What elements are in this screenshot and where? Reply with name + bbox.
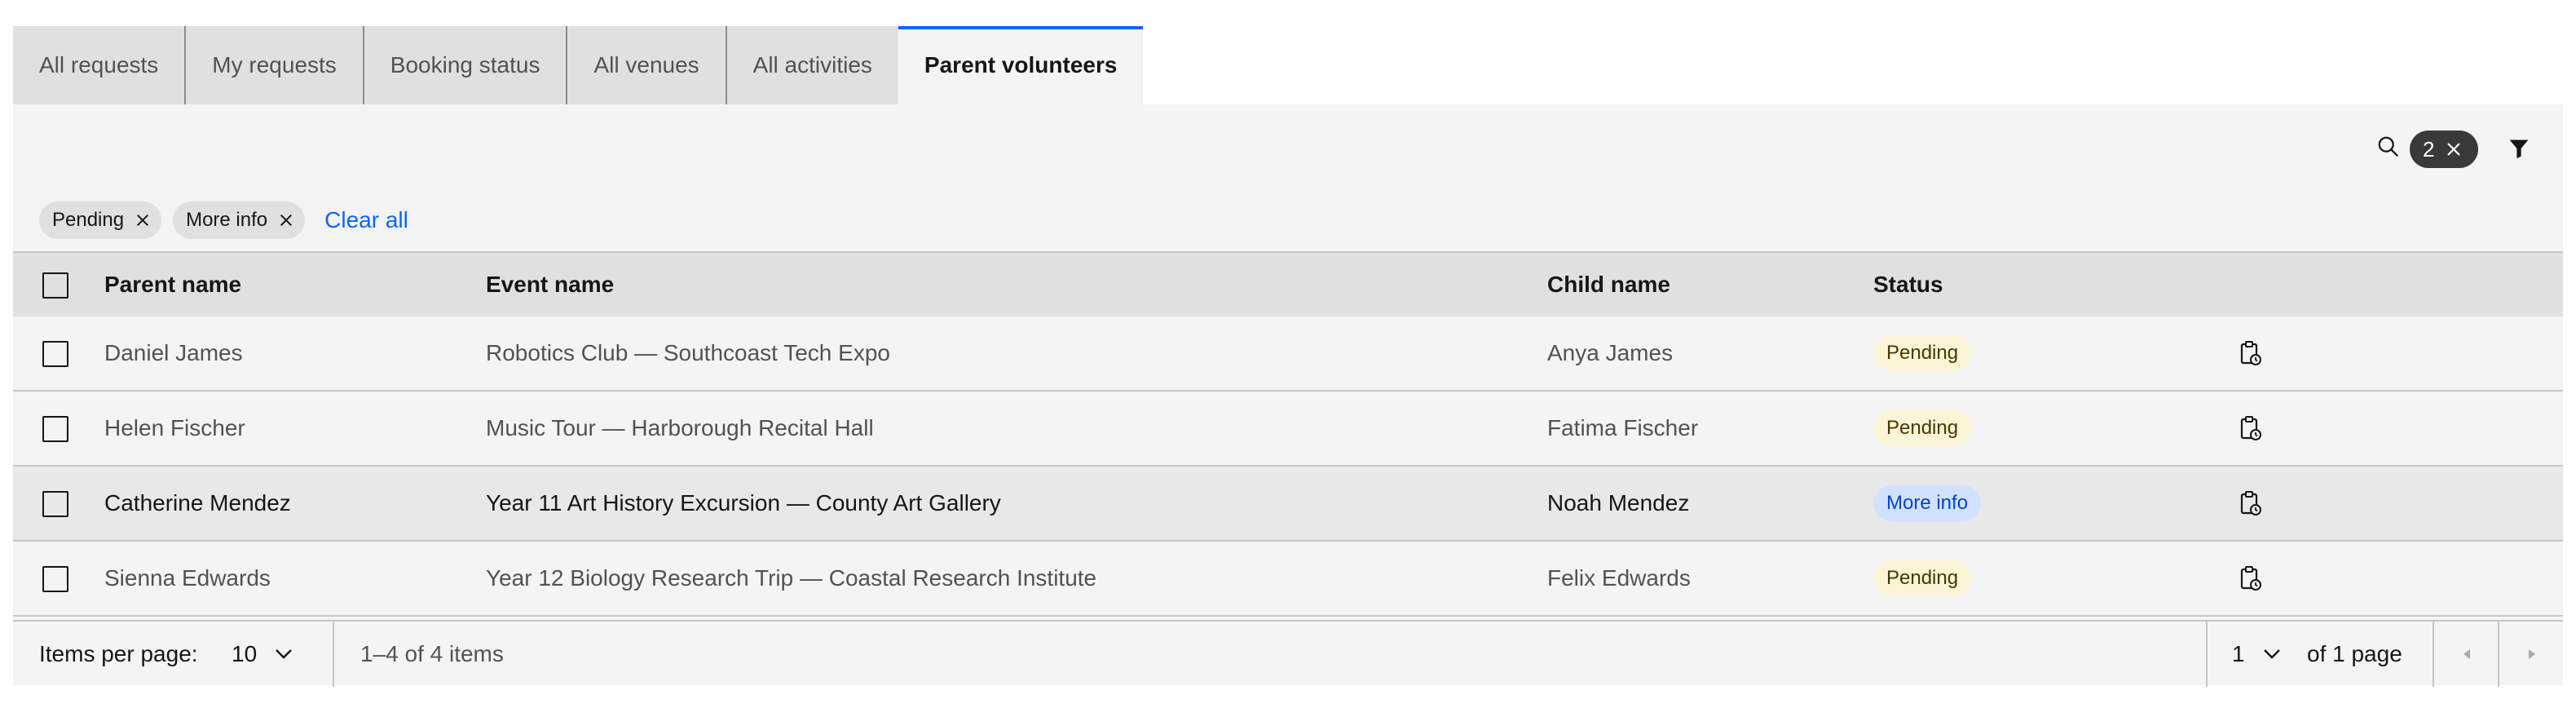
status-cell: More info [1873,467,1982,540]
tab-all-activities[interactable]: All activities [726,26,898,104]
clipboard-icon[interactable] [2239,415,2263,441]
chevron-down-icon [2263,649,2280,659]
row-checkbox[interactable] [42,491,68,517]
item-range: 1–4 of 4 items [360,641,504,666]
active-filter-tags: Pending More info Clear all [39,201,408,240]
parent-name-cell: Helen Fischer [104,415,245,440]
filter-tag-label: Pending [52,209,125,231]
next-page-button[interactable] [2499,622,2565,687]
status-badge: Pending [1873,410,1972,446]
child-name-cell: Noah Mendez [1547,490,1690,516]
event-name-cell: Robotics Club — Southcoast Tech Expo [486,340,890,365]
table-row[interactable]: Catherine Mendez Year 11 Art History Exc… [13,467,2563,542]
table-row[interactable]: Helen Fischer Music Tour — Harborough Re… [13,392,2563,467]
close-icon[interactable] [135,213,150,228]
divider [333,622,334,687]
filter-button[interactable] [2503,132,2535,165]
filter-tag-more-info: More info [173,201,306,239]
filter-icon [2509,139,2529,159]
action-cell [2239,316,2263,390]
tab-list: All requests My requests Booking status … [13,26,1144,104]
search-button[interactable] [2372,131,2405,163]
tab-all-requests[interactable]: All requests [13,26,187,104]
clipboard-icon[interactable] [2239,490,2263,516]
page-total: of 1 page [2307,641,2402,666]
row-checkbox[interactable] [42,416,68,442]
status-badge: Pending [1873,335,1972,371]
table-toolbar: 2 [13,104,2563,189]
table-header: Parent name Event name Child name Status [13,251,2563,316]
action-cell [2239,392,2263,465]
tab-parent-volunteers[interactable]: Parent volunteers [898,26,1144,104]
filter-count-badge: 2 [2410,131,2478,168]
tab-booking-status[interactable]: Booking status [364,26,568,104]
tab-my-requests[interactable]: My requests [186,26,364,104]
page-select[interactable]: 1 [2232,622,2281,687]
filter-count: 2 [2423,136,2435,162]
select-all-checkbox[interactable] [42,272,68,299]
action-cell [2239,467,2263,540]
clipboard-icon[interactable] [2239,565,2263,591]
caret-left-icon [2464,649,2470,659]
parent-name-cell: Daniel James [104,340,243,365]
header-event-name[interactable]: Event name [486,272,614,298]
search-icon [2378,136,2399,157]
header-child-name[interactable]: Child name [1547,272,1670,298]
header-parent-name[interactable]: Parent name [104,272,241,298]
child-name-cell: Fatima Fischer [1547,415,1699,440]
status-cell: Pending [1873,392,1972,465]
items-per-page-value: 10 [232,641,258,666]
event-name-cell: Music Tour — Harborough Recital Hall [486,415,874,440]
status-badge: Pending [1873,560,1972,596]
page-value: 1 [2232,641,2245,666]
caret-right-icon [2529,649,2535,659]
row-checkbox[interactable] [42,566,68,592]
event-name-cell: Year 11 Art History Excursion — County A… [486,490,1001,516]
pagination: Items per page: 10 1–4 of 4 items 1 of 1… [13,620,2565,687]
data-table: Parent name Event name Child name Status… [13,251,2563,617]
filter-tag-pending: Pending [39,201,162,239]
status-cell: Pending [1873,542,1972,615]
clipboard-icon[interactable] [2239,340,2263,366]
status-badge: More info [1873,485,1982,521]
divider [2206,622,2208,687]
child-name-cell: Anya James [1547,340,1674,365]
tab-all-venues[interactable]: All venues [567,26,727,104]
parent-name-cell: Catherine Mendez [104,490,291,516]
table-row[interactable]: Daniel James Robotics Club — Southcoast … [13,316,2563,392]
items-per-page-label: Items per page: [39,641,198,666]
previous-page-button[interactable] [2434,622,2499,687]
clear-all-link[interactable]: Clear all [324,207,408,233]
row-checkbox[interactable] [42,341,68,367]
table-row[interactable]: Sienna Edwards Year 12 Biology Research … [13,542,2563,617]
items-per-page-select[interactable]: 10 [232,622,293,687]
parent-name-cell: Sienna Edwards [104,565,271,591]
filter-tag-label: More info [186,209,268,231]
header-status[interactable]: Status [1873,272,1943,298]
clear-filters-close-icon[interactable] [2446,141,2462,157]
status-cell: Pending [1873,316,1972,390]
event-name-cell: Year 12 Biology Research Trip — Coastal … [486,565,1097,591]
close-icon[interactable] [279,213,293,228]
child-name-cell: Felix Edwards [1547,565,1691,591]
action-cell [2239,542,2263,615]
table-panel: 2 Pending More info Clear all Parent nam… [13,104,2565,687]
chevron-down-icon [276,649,293,659]
